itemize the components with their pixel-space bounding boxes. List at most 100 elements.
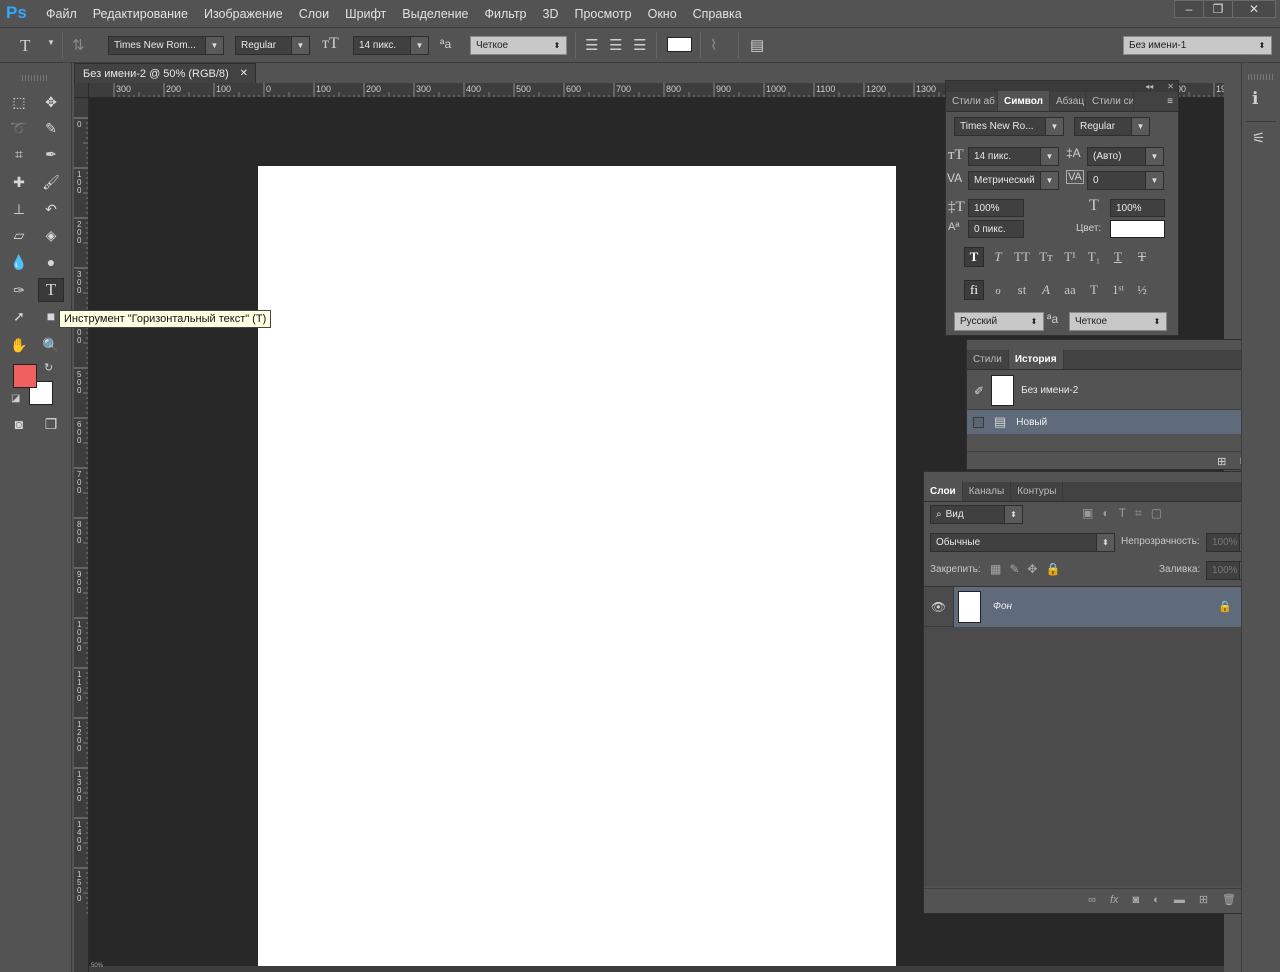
antialias-select[interactable]: Четкое ⬍ [470, 36, 567, 55]
align-center-icon[interactable]: ☰ [609, 36, 622, 54]
quick-mask-icon[interactable]: ◙ [6, 412, 32, 436]
discretionary-ligatures-button[interactable]: st [1012, 280, 1032, 300]
delete-icon[interactable]: 🗑 [1222, 893, 1236, 906]
add-mask-icon[interactable]: ◙ [1133, 894, 1140, 906]
document-tab[interactable]: Без имени-2 @ 50% (RGB/8) ✕ [74, 63, 256, 83]
healing-brush-tool-icon[interactable]: ✚ [6, 170, 32, 194]
hand-tool-icon[interactable]: ✋ [6, 333, 32, 357]
faux-italic-button[interactable]: T [988, 247, 1008, 267]
char-size-select[interactable]: 14 пикс. ▼ [968, 147, 1059, 166]
titling-button[interactable]: T [1084, 280, 1104, 300]
tab-paragraph-styles[interactable]: Стили си [1086, 91, 1134, 111]
char-horizontal-scale-input[interactable]: 100% [1110, 199, 1165, 217]
char-leading-select[interactable]: (Авто) ▼ [1087, 147, 1164, 166]
menu-file[interactable]: Файл [40, 7, 83, 21]
info-icon[interactable]: ℹ [1252, 89, 1258, 109]
history-checkbox[interactable] [973, 416, 984, 428]
tab-paths[interactable]: Контуры [1011, 481, 1064, 501]
char-font-family-select[interactable]: Times New Ro... ▼ [954, 117, 1064, 136]
menu-window[interactable]: Окно [642, 7, 683, 21]
underline-button[interactable]: T [1108, 247, 1128, 267]
dodge-tool-icon[interactable]: ● [38, 250, 64, 274]
layer-row-content[interactable]: Фон 🔒 [954, 586, 1250, 627]
ruler-vertical[interactable]: 0100200300400500600700800900100011001200… [74, 98, 89, 972]
strikethrough-button[interactable]: T [1132, 247, 1152, 267]
menu-filter[interactable]: Фильтр [479, 7, 533, 21]
subscript-button[interactable]: T₁ [1084, 247, 1104, 267]
type-tool-preset-icon[interactable]: T [20, 36, 30, 56]
char-language-select[interactable]: Русский ⬍ [954, 312, 1044, 331]
workspace-select[interactable]: Без имени-1 ⬍ [1123, 36, 1272, 55]
new-document-from-state-icon[interactable]: ⊞ [1217, 455, 1226, 468]
filter-type-icon[interactable]: T [1119, 506, 1126, 521]
menu-select[interactable]: Выделение [396, 7, 474, 21]
warp-text-icon[interactable]: ⌇ [710, 36, 717, 54]
swap-colors-icon[interactable]: ↻ [44, 361, 53, 374]
layer-style-icon[interactable]: fx [1110, 894, 1119, 906]
tab-styles[interactable]: Стили [967, 349, 1009, 369]
tab-history[interactable]: История [1008, 349, 1064, 369]
panel-grip[interactable] [1248, 74, 1274, 80]
collapse-icon[interactable]: ◂◂ [1145, 82, 1153, 91]
restore-button[interactable]: ❐ [1203, 0, 1233, 18]
move-tool-icon[interactable]: ✥ [38, 90, 64, 114]
stylistic-alternates-button[interactable]: aa [1060, 280, 1080, 300]
layer-filter-select[interactable]: ⌕ Вид ⬍ [930, 505, 1023, 524]
marquee-tool-icon[interactable]: ⬚ [6, 90, 32, 114]
panel-menu-icon[interactable]: ≡ [1162, 96, 1178, 111]
filter-adjustment-icon[interactable]: ◐ [1102, 506, 1109, 521]
new-layer-icon[interactable]: ⊞ [1199, 893, 1208, 906]
tab-character-styles[interactable]: Стили аб [946, 91, 998, 111]
chevron-down-icon[interactable]: ▼ [47, 38, 55, 47]
close-icon[interactable]: ✕ [240, 68, 248, 79]
tab-channels[interactable]: Каналы [963, 481, 1012, 501]
eraser-tool-icon[interactable]: ▱ [6, 223, 32, 247]
menu-type[interactable]: Шрифт [339, 7, 392, 21]
document-canvas[interactable] [258, 166, 896, 972]
horizontal-type-tool-icon[interactable]: T [38, 278, 64, 302]
filter-shape-icon[interactable]: ⌗ [1135, 506, 1142, 521]
default-colors-icon[interactable]: ◪ [11, 393, 20, 404]
lasso-tool-icon[interactable]: ➰ [6, 116, 32, 140]
swash-button[interactable]: A [1036, 280, 1056, 300]
menu-layers[interactable]: Слои [293, 7, 335, 21]
history-brush-tool-icon[interactable]: ↶ [38, 197, 64, 221]
char-antialias-select[interactable]: Четкое ⬍ [1069, 312, 1167, 331]
eyedropper-tool-icon[interactable]: ✒ [38, 142, 64, 166]
history-item[interactable]: ▤ Новый [967, 410, 1279, 434]
superscript-button[interactable]: T¹ [1060, 247, 1080, 267]
lock-position-icon[interactable]: ✥ [1027, 562, 1037, 576]
zoom-status[interactable]: 50% [91, 963, 103, 969]
foreground-color-swatch[interactable] [13, 364, 37, 388]
history-brush-source-icon[interactable]: ✐ [974, 384, 984, 398]
lock-all-icon[interactable]: 🔒 [1045, 562, 1060, 576]
font-family-select[interactable]: Times New Rom... ▼ [108, 36, 224, 55]
char-color-swatch[interactable] [1110, 220, 1165, 238]
all-caps-button[interactable]: TT [1012, 247, 1032, 267]
zoom-tool-icon[interactable]: 🔍 [38, 333, 64, 357]
tab-paragraph[interactable]: Абзац [1050, 91, 1086, 111]
clone-stamp-tool-icon[interactable]: ⊥ [6, 197, 32, 221]
old-style-button[interactable]: ℴ [988, 280, 1008, 300]
lock-image-icon[interactable]: ✎ [1009, 562, 1019, 576]
menu-edit[interactable]: Редактирование [87, 7, 194, 21]
text-orientation-icon[interactable]: ⇅ [72, 36, 85, 54]
close-icon[interactable]: ✕ [1167, 82, 1174, 91]
link-layers-icon[interactable]: ∞ [1088, 894, 1096, 906]
blur-tool-icon[interactable]: 💧 [6, 250, 32, 274]
visibility-eye-icon[interactable]: 👁 [924, 586, 954, 627]
faux-bold-button[interactable]: T [964, 247, 984, 267]
ligatures-button[interactable]: fi [964, 280, 984, 300]
pen-tool-icon[interactable]: ✑ [6, 278, 32, 302]
font-style-select[interactable]: Regular ▼ [235, 36, 310, 55]
menu-image[interactable]: Изображение [198, 7, 289, 21]
char-font-style-select[interactable]: Regular ▼ [1074, 117, 1150, 136]
new-group-icon[interactable]: ▬ [1174, 894, 1185, 906]
quick-select-tool-icon[interactable]: ✎ [38, 116, 64, 140]
brush-tool-icon[interactable]: 🖌 [38, 170, 64, 194]
path-selection-tool-icon[interactable]: ➚ [6, 304, 32, 328]
history-snapshot[interactable]: ✐ Без имени-2 [967, 372, 1279, 410]
char-vertical-scale-input[interactable]: 100% [968, 199, 1024, 217]
char-tracking-select[interactable]: 0 ▼ [1087, 171, 1164, 190]
app-logo[interactable]: Ps [6, 3, 27, 23]
